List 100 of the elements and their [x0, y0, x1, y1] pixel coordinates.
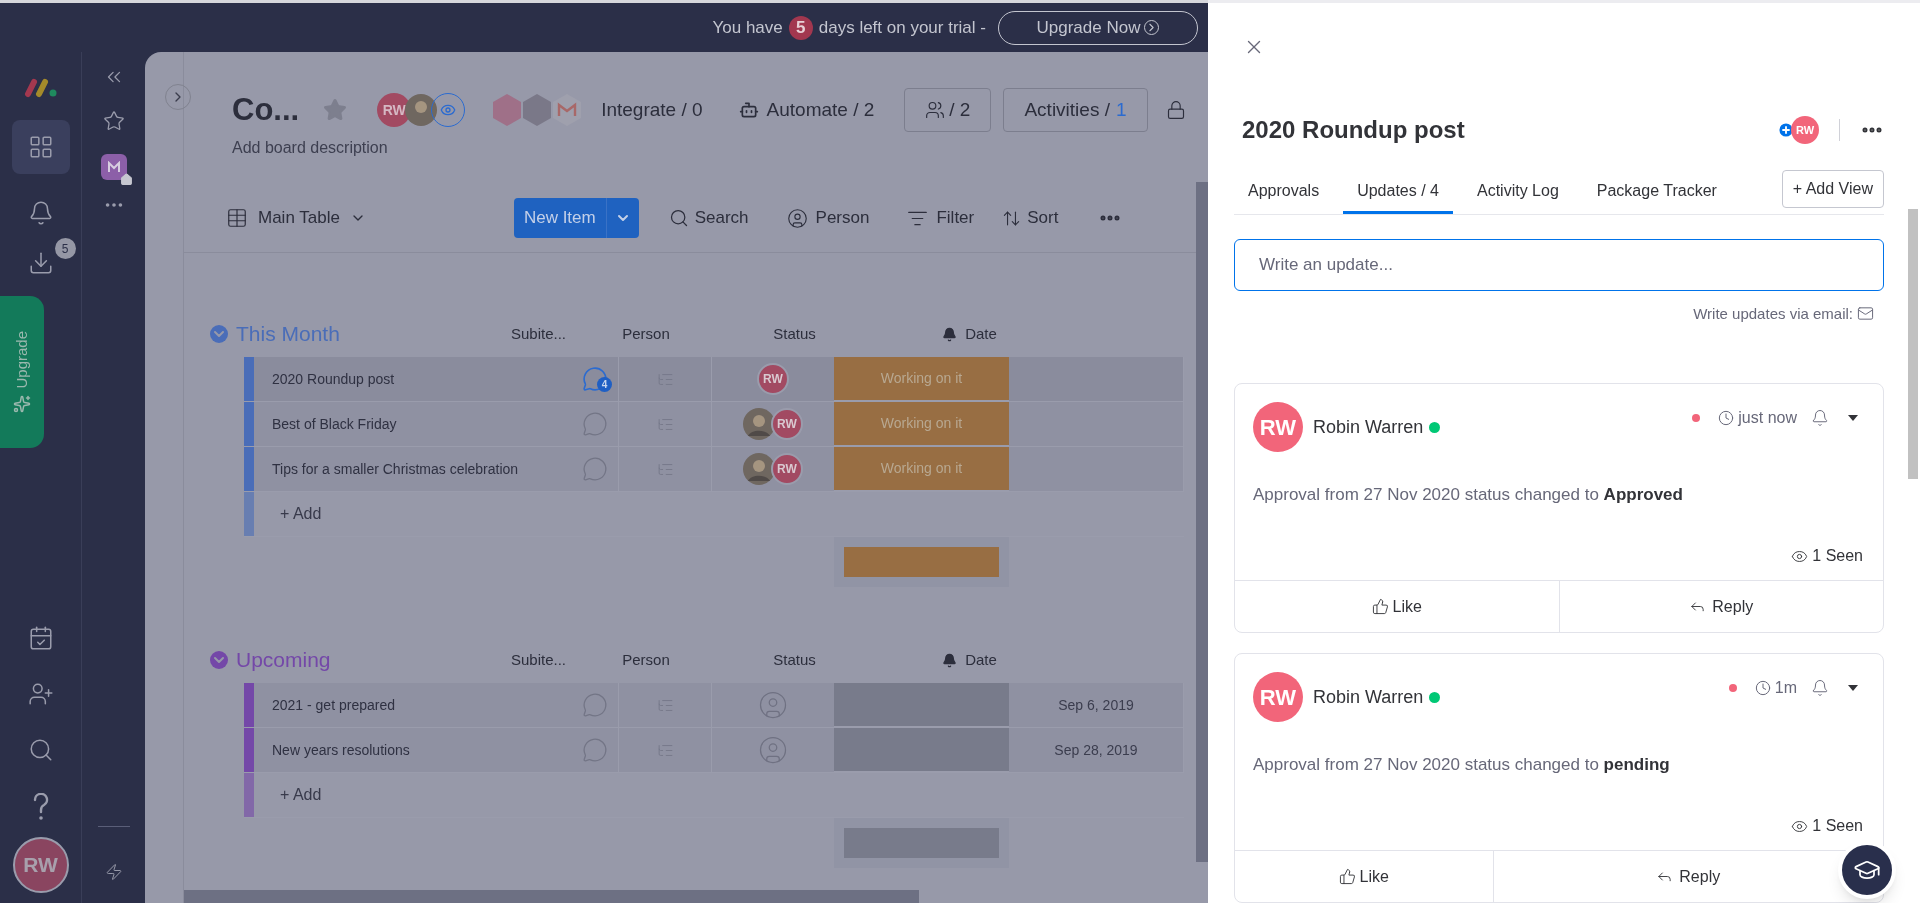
author-name[interactable]: Robin Warren — [1313, 413, 1424, 441]
group-color-bar — [244, 447, 254, 491]
date-cell[interactable]: Sep 6, 2019 — [1058, 694, 1134, 716]
add-item-button[interactable]: + Add — [254, 783, 322, 807]
update-text: Approval from 27 Nov 2020 status changed to pending — [1253, 755, 1670, 774]
collapse-icon[interactable] — [210, 325, 228, 343]
sort-button[interactable]: Sort — [1002, 205, 1059, 231]
integrate-button[interactable]: Integrate / 0 — [601, 95, 703, 125]
status-cell[interactable] — [834, 683, 1009, 727]
invite-icon[interactable] — [27, 681, 54, 707]
thumbs-up-icon — [1338, 868, 1356, 885]
like-button[interactable]: Like — [1235, 851, 1494, 902]
logo-icon[interactable] — [23, 76, 58, 98]
vertical-scrollbar[interactable] — [1908, 209, 1918, 479]
avatar: RW — [757, 363, 789, 395]
email-hint[interactable]: Write updates via email: — [1693, 302, 1853, 325]
person-filter-button[interactable]: Person — [786, 205, 870, 231]
table-row[interactable]: Best of Black Friday RW Working on it — [244, 402, 1184, 447]
item-name[interactable]: 2020 Roundup post — [272, 368, 395, 390]
collapse-icon[interactable] — [210, 651, 228, 669]
group-title[interactable]: Upcoming — [236, 644, 492, 676]
add-view-button[interactable]: + Add View — [1781, 170, 1884, 208]
add-subscriber-icon[interactable] — [1777, 121, 1795, 139]
item-title[interactable]: 2020 Roundup post — [1242, 112, 1465, 148]
add-item-button[interactable]: + Add — [254, 502, 322, 526]
favorite-icon[interactable] — [323, 98, 348, 122]
avatar: RW — [771, 408, 803, 440]
group-color-bar — [244, 357, 254, 401]
workspace-icon[interactable] — [100, 154, 127, 180]
mail-icon[interactable] — [1857, 305, 1874, 323]
like-button[interactable]: Like — [1235, 581, 1560, 632]
update-input-field[interactable]: Write an update... — [1234, 239, 1884, 291]
post-time: just now — [1738, 408, 1797, 428]
table-row[interactable]: Tips for a smaller Christmas celebration RW Working on it — [244, 447, 1184, 492]
avatar: RW — [771, 453, 803, 485]
inbox-count: 5 — [54, 238, 76, 259]
column-header: Subite... — [509, 649, 567, 670]
trial-text: days left on your trial - — [818, 16, 986, 39]
dropdown-icon — [1847, 684, 1859, 692]
view-tab[interactable]: Main Table — [226, 205, 366, 231]
updates-button[interactable] — [582, 456, 608, 482]
reply-button[interactable]: Reply — [1559, 581, 1883, 632]
author-avatar: RW — [1253, 672, 1303, 722]
lock-icon[interactable] — [1165, 100, 1186, 120]
filter-button[interactable]: Filter — [907, 205, 975, 231]
author-name[interactable]: Robin Warren — [1313, 683, 1424, 711]
status-cell[interactable] — [834, 728, 1009, 772]
favorites-icon[interactable] — [102, 110, 125, 132]
board-title[interactable]: Co... — [232, 86, 300, 134]
activities-button[interactable]: Activities / 1 — [1003, 88, 1148, 132]
column-header: Person — [621, 323, 671, 344]
trial-text: You have — [712, 16, 783, 39]
seen-count[interactable]: 1 Seen — [1812, 544, 1863, 568]
item-name[interactable]: Best of Black Friday — [272, 413, 397, 435]
user-avatar[interactable]: RW — [12, 837, 69, 893]
horizontal-scrollbar[interactable] — [184, 890, 919, 903]
column-header: Status — [772, 323, 817, 344]
updates-button[interactable] — [582, 411, 608, 437]
seen-count[interactable]: 1 Seen — [1812, 814, 1863, 838]
bell-icon[interactable] — [1811, 679, 1829, 697]
avatar-photo[interactable] — [405, 94, 438, 126]
avatar-photo — [743, 453, 775, 485]
vertical-scrollbar[interactable] — [1196, 182, 1208, 862]
group-color-bar — [244, 683, 254, 727]
updates-button[interactable] — [582, 737, 608, 763]
subscriber-avatar[interactable]: RW — [1791, 116, 1819, 144]
post-time: 1m — [1774, 678, 1797, 698]
people-icon — [925, 100, 946, 120]
panel-tab[interactable]: Approvals — [1234, 179, 1334, 214]
updates-count: 4 — [597, 377, 612, 392]
panel-tab[interactable]: Package Tracker — [1582, 179, 1731, 214]
bell-icon[interactable] — [1811, 409, 1829, 427]
reply-button[interactable]: Reply — [1493, 851, 1817, 902]
table-row[interactable]: New years resolutions Sep 28, 2019 — [244, 728, 1184, 773]
empty-person-icon — [758, 735, 788, 765]
automation-icon[interactable] — [104, 863, 123, 881]
table-row[interactable]: 2020 Roundup post 4 RW Working on it — [244, 357, 1184, 402]
column-header: Subite... — [509, 323, 567, 344]
date-cell[interactable]: Sep 28, 2019 — [1054, 739, 1138, 761]
item-name[interactable]: New years resolutions — [272, 739, 410, 761]
calendar-icon[interactable] — [27, 625, 54, 651]
panel-tab[interactable]: Activity Log — [1463, 179, 1573, 214]
upgrade-button[interactable]: Upgrade — [0, 296, 44, 448]
bell-icon — [942, 652, 958, 668]
column-header: Date — [965, 649, 997, 670]
updates-button[interactable] — [582, 692, 608, 718]
author-avatar: RW — [1253, 402, 1303, 452]
help-icon[interactable] — [32, 793, 49, 821]
panel-tab[interactable]: Updates / 4 — [1343, 179, 1453, 214]
item-name[interactable]: 2021 - get prepared — [272, 694, 395, 716]
search-button[interactable]: Search — [668, 205, 749, 231]
members-button[interactable]: / 2 — [904, 88, 992, 132]
table-row[interactable]: 2021 - get prepared Sep 6, 2019 — [244, 683, 1184, 728]
home-icon — [119, 173, 133, 186]
automate-button[interactable]: Automate / 2 — [738, 95, 875, 125]
item-name[interactable]: Tips for a smaller Christmas celebration — [272, 458, 519, 480]
board-description[interactable]: Add board description — [184, 136, 1208, 160]
group-color-bar — [244, 402, 254, 446]
workspace-button[interactable] — [11, 120, 70, 174]
column-header: Status — [772, 649, 817, 670]
